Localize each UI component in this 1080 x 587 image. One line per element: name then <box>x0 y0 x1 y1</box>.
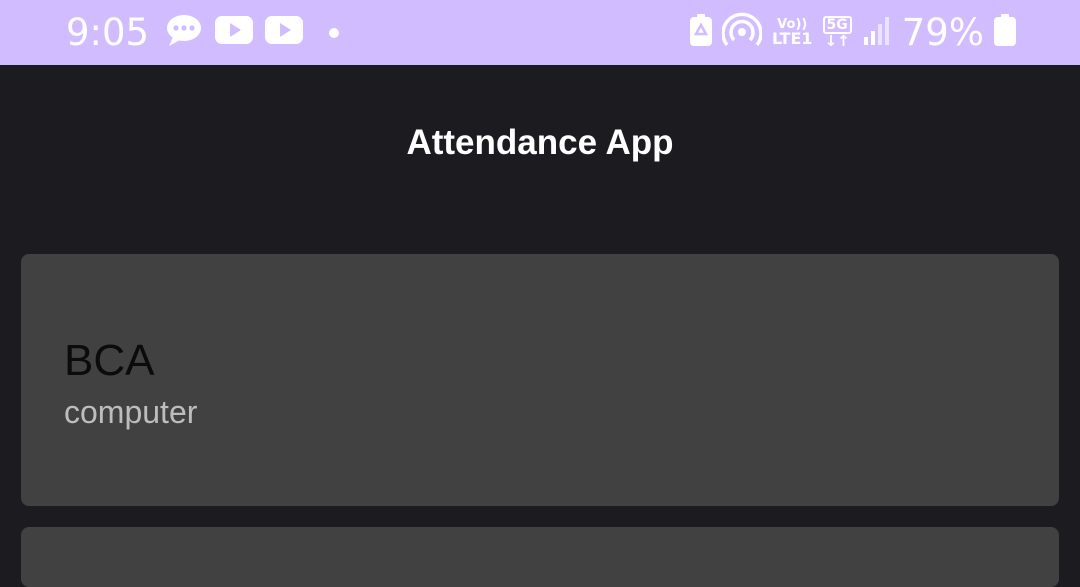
app-bar: Attendance App <box>0 65 1080 225</box>
signal-icon <box>862 15 892 50</box>
battery-percent: 79% <box>901 11 984 54</box>
status-right: Vo)) LTE1 5G ↓↑ 79% <box>689 0 1016 65</box>
youtube-icon <box>265 16 304 49</box>
class-name: BCA <box>64 336 155 385</box>
youtube-icon <box>215 16 254 49</box>
page-title: Attendance App <box>406 123 674 162</box>
battery-icon <box>994 14 1016 51</box>
class-subtitle: computer <box>64 394 198 430</box>
lte-label: LTE1 <box>771 29 813 48</box>
class-card[interactable]: BCA computer <box>21 254 1059 506</box>
status-left: 9:05 <box>66 0 340 65</box>
message-icon <box>165 13 203 52</box>
volte-icon: Vo)) LTE1 <box>772 18 813 47</box>
hotspot-icon <box>721 12 763 53</box>
status-time: 9:05 <box>66 11 150 54</box>
5g-icon: 5G ↓↑ <box>822 16 852 49</box>
status-bar: 9:05 Vo)) LTE1 5G ↓↑ 79% <box>0 0 1080 65</box>
battery-saver-icon <box>689 14 712 51</box>
class-card[interactable] <box>21 527 1059 587</box>
notification-dot <box>329 27 340 38</box>
